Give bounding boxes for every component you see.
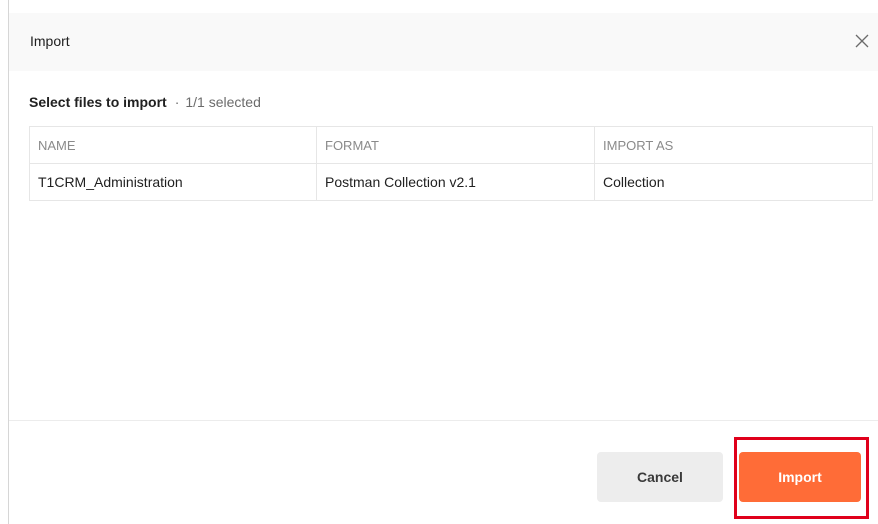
dialog-left-border bbox=[8, 0, 9, 524]
separator-dot: · bbox=[174, 94, 180, 110]
import-as-cell[interactable]: Collection bbox=[594, 163, 873, 201]
import-button[interactable]: Import bbox=[739, 452, 861, 502]
selection-count: 1/1 selected bbox=[185, 94, 261, 110]
files-table: NAME FORMAT IMPORT AS T1CRM_Administrati… bbox=[29, 126, 873, 201]
import-dialog: Import Select files to import · 1/1 select… bbox=[0, 0, 878, 524]
table-header-row: NAME FORMAT IMPORT AS bbox=[29, 126, 873, 164]
column-header-import-as: IMPORT AS bbox=[594, 126, 873, 164]
file-format-cell: Postman Collection v2.1 bbox=[316, 163, 595, 201]
column-header-format: FORMAT bbox=[316, 126, 595, 164]
column-header-name: NAME bbox=[29, 126, 317, 164]
selection-heading: Select files to import bbox=[29, 94, 167, 110]
close-icon[interactable] bbox=[852, 31, 872, 51]
dialog-header: Import bbox=[9, 13, 878, 71]
file-name-cell: T1CRM_Administration bbox=[29, 163, 317, 201]
dialog-title: Import bbox=[30, 33, 70, 49]
footer-divider bbox=[9, 420, 878, 421]
table-row: T1CRM_Administration Postman Collection … bbox=[29, 163, 873, 201]
selection-summary: Select files to import · 1/1 selected bbox=[29, 94, 261, 110]
cancel-button[interactable]: Cancel bbox=[597, 452, 723, 502]
